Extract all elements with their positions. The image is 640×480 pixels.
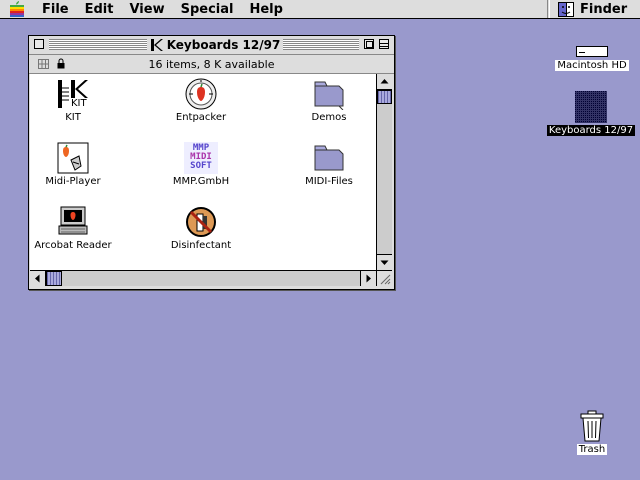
file-icon-kit[interactable]: KIT KIT (30, 78, 116, 123)
menu-special[interactable]: Special (173, 0, 242, 19)
arrow-down-icon (380, 260, 389, 265)
file-label: Arcobat Reader (34, 240, 112, 251)
midi-player-app-icon (57, 142, 89, 174)
desktop-icon-label: Keyboards 12/97 (546, 125, 636, 136)
entpacker-app-icon (185, 78, 217, 110)
file-icon-midi-files[interactable]: MIDI-Files (286, 142, 372, 187)
file-icon-midi-player[interactable]: Midi-Player (30, 142, 116, 187)
items-available-status: 16 items, 8 K available (148, 58, 275, 71)
desktop-icon-label: Trash (576, 444, 608, 455)
disk-icon (575, 91, 607, 123)
window-header-bar: 16 items, 8 K available (29, 54, 394, 74)
file-icon-entpacker[interactable]: Entpacker (158, 78, 244, 123)
window-title: Keyboards 12/97 (166, 38, 281, 52)
application-menu[interactable]: Finder (547, 0, 640, 18)
arrow-up-icon (380, 79, 389, 84)
trash-icon (580, 410, 604, 442)
arrow-right-icon (366, 274, 371, 283)
mmp-line: SOFT (190, 161, 212, 171)
scroll-down-button[interactable] (377, 254, 392, 270)
desktop-icon-keyboards-disk[interactable]: Keyboards 12/97 (545, 91, 637, 136)
horizontal-scroll-thumb[interactable] (46, 271, 62, 286)
desktop-icon-label: Macintosh HD (555, 60, 629, 71)
file-label: KIT (65, 112, 81, 123)
window-title-bar[interactable]: Keyboards 12/97 (29, 36, 394, 54)
acrobat-reader-icon (57, 206, 89, 238)
file-label: MMP.GmbH (172, 176, 230, 187)
hard-disk-icon (576, 46, 608, 57)
mmp-midi-soft-icon: MMP MIDI SOFT (184, 142, 218, 174)
file-label: Demos (311, 112, 347, 123)
desktop-icon-trash[interactable]: Trash (562, 410, 622, 455)
vertical-scrollbar[interactable] (376, 74, 392, 270)
file-icon-acrobat-reader[interactable]: Arcobat Reader (30, 206, 116, 251)
collapse-box-button[interactable] (379, 39, 389, 49)
file-label: MIDI-Files (305, 176, 353, 187)
window-title-group: Keyboards 12/97 (147, 36, 283, 54)
menu-view[interactable]: View (121, 0, 172, 19)
menu-edit[interactable]: Edit (77, 0, 122, 19)
close-box-button[interactable] (34, 39, 44, 49)
file-icon-demos[interactable]: Demos (286, 78, 372, 123)
menu-separator (549, 0, 552, 18)
desktop-icon-macintosh-hd[interactable]: Macintosh HD (552, 44, 632, 71)
active-app-label: Finder (580, 1, 628, 17)
scroll-left-button[interactable] (30, 271, 46, 286)
resize-icon (380, 274, 391, 285)
folder-icon (313, 78, 345, 111)
finder-icon (558, 1, 574, 17)
scroll-up-button[interactable] (377, 74, 392, 90)
file-icon-disinfectant[interactable]: Disinfectant (158, 206, 244, 251)
kit-small-icon (150, 39, 163, 51)
kit-icon-text: KIT (71, 98, 87, 109)
kit-app-icon: KIT (57, 78, 89, 110)
file-label: Entpacker (175, 112, 227, 123)
apple-menu-icon[interactable] (0, 0, 34, 19)
menu-help[interactable]: Help (241, 0, 290, 19)
file-label: Midi-Player (45, 176, 101, 187)
disinfectant-app-icon (185, 206, 217, 238)
resize-grow-box[interactable] (376, 270, 392, 286)
zoom-box-button[interactable] (364, 39, 374, 49)
window-content: KIT KIT Entpacker Demos Midi-Player MMP … (30, 74, 376, 270)
file-label: Disinfectant (170, 240, 232, 251)
horizontal-scrollbar[interactable] (30, 270, 376, 286)
vertical-scroll-thumb[interactable] (377, 90, 392, 104)
arrow-left-icon (35, 274, 40, 283)
finder-window: Keyboards 12/97 16 items, 8 K available (28, 35, 395, 290)
menu-file[interactable]: File (34, 0, 77, 19)
menu-bar: File Edit View Special Help Finder (0, 0, 640, 19)
folder-icon (313, 142, 345, 174)
file-icon-mmp-gmbh[interactable]: MMP MIDI SOFT MMP.GmbH (158, 142, 244, 187)
scroll-right-button[interactable] (360, 271, 376, 286)
